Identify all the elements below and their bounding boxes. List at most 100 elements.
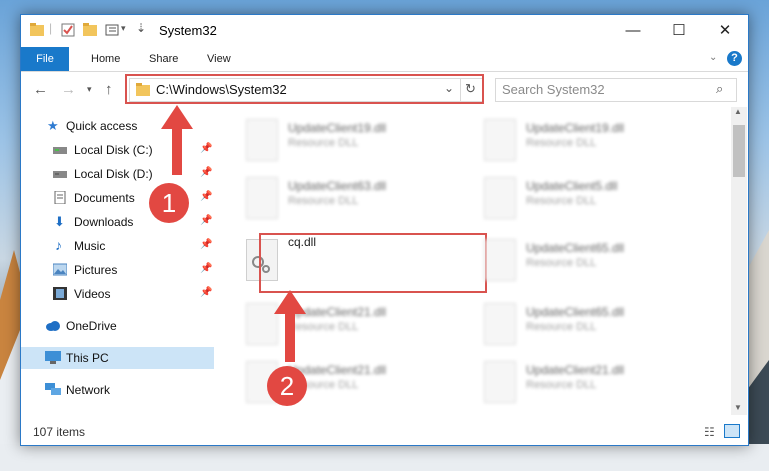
file-item[interactable]: UpdateClient63.dll Resource DLL: [242, 171, 462, 223]
sidebar-item-label: Downloads: [74, 215, 134, 229]
explorer-window: | ▾ ⇣ System32 — ☐ ✕ File Home Share Vie…: [20, 14, 749, 446]
customize-dropdown-icon[interactable]: ▾: [121, 23, 126, 34]
drive-icon: [53, 147, 67, 154]
sidebar-item-label: Documents: [74, 191, 135, 205]
file-name: UpdateClient5.dll: [526, 179, 618, 193]
scroll-thumb[interactable]: [733, 125, 745, 177]
tab-share[interactable]: Share: [149, 47, 178, 71]
tab-file[interactable]: File: [21, 47, 69, 71]
title-bar[interactable]: | ▾ ⇣ System32 — ☐ ✕: [21, 15, 748, 47]
pin-icon[interactable]: 📌: [200, 215, 212, 226]
dll-file-icon: [484, 239, 516, 281]
sidebar-item-label: Pictures: [74, 263, 118, 277]
file-type: Resource DLL: [288, 195, 359, 207]
pin-icon[interactable]: 📌: [200, 167, 212, 178]
sidebar-item-label: This PC: [66, 351, 109, 365]
sidebar-item-label: Local Disk (D:): [74, 167, 153, 181]
file-item[interactable]: UpdateClient19.dll Resource DLL: [480, 113, 700, 165]
sidebar-item-pictures[interactable]: Pictures 📌: [21, 259, 214, 281]
drive-icon: [53, 171, 67, 178]
file-item[interactable]: UpdateClient65.dll Resource DLL: [480, 233, 700, 285]
computer-icon: [45, 351, 61, 364]
dll-file-icon: [246, 177, 278, 219]
minimize-button[interactable]: —: [610, 15, 656, 47]
videos-icon: [53, 287, 67, 300]
file-type: Resource DLL: [526, 257, 597, 269]
pin-icon[interactable]: 📌: [200, 143, 212, 154]
file-item[interactable]: UpdateClient19.dll Resource DLL: [242, 113, 462, 165]
search-box[interactable]: Search System32 ⌕: [495, 78, 737, 102]
maximize-button[interactable]: ☐: [656, 15, 702, 47]
file-name: UpdateClient19.dll: [526, 121, 625, 135]
pin-icon[interactable]: 📌: [200, 287, 212, 298]
sidebar-item-this-pc[interactable]: This PC: [21, 347, 214, 369]
tab-home[interactable]: Home: [91, 47, 120, 71]
network-icon: [45, 383, 61, 395]
file-type: Resource DLL: [526, 137, 597, 149]
file-type: Resource DLL: [526, 379, 597, 391]
pin-icon[interactable]: 📌: [200, 239, 212, 250]
file-name: UpdateClient21.dll: [526, 363, 625, 377]
sidebar-item-label: Local Disk (C:): [74, 143, 153, 157]
sidebar-item-label: Network: [66, 383, 111, 397]
file-name: UpdateClient65.dll: [526, 241, 625, 255]
cloud-icon: [46, 321, 60, 331]
window-title: System32: [159, 23, 217, 38]
file-item[interactable]: UpdateClient65.dll Resource DLL: [480, 297, 700, 349]
sidebar-item-music[interactable]: ♪ Music 📌: [21, 235, 214, 257]
tab-view[interactable]: View: [207, 47, 231, 71]
pin-icon[interactable]: 📌: [200, 191, 212, 202]
sidebar-item-label: OneDrive: [66, 319, 117, 333]
separator: |: [49, 21, 53, 35]
properties-icon[interactable]: [61, 23, 75, 37]
back-arrow-icon[interactable]: ←: [33, 81, 48, 98]
download-icon: ⬇: [54, 214, 65, 229]
dll-file-icon: [484, 303, 516, 345]
step-2-badge: 2: [267, 366, 307, 406]
new-folder-icon[interactable]: [83, 23, 97, 37]
ribbon-tabs: File Home Share View ⌄ ?: [21, 47, 748, 72]
forward-arrow-icon[interactable]: →: [61, 81, 76, 98]
close-button[interactable]: ✕: [702, 15, 748, 47]
sidebar-item-videos[interactable]: Videos 📌: [21, 283, 214, 305]
vertical-scrollbar[interactable]: ▲ ▼: [731, 107, 747, 415]
help-icon[interactable]: ?: [727, 51, 742, 66]
search-placeholder[interactable]: Search System32: [502, 82, 605, 97]
music-icon: ♪: [55, 237, 62, 253]
sidebar-item-onedrive[interactable]: OneDrive: [21, 315, 214, 337]
arrow-up-icon: [274, 290, 306, 362]
pictures-icon: [53, 263, 67, 276]
view-options-icon[interactable]: [105, 23, 119, 37]
search-icon[interactable]: ⌕: [716, 81, 723, 97]
up-arrow-icon[interactable]: ↑: [105, 81, 113, 98]
dll-file-icon: [484, 119, 516, 161]
sidebar-item-label: Quick access: [66, 119, 138, 133]
expand-ribbon-icon[interactable]: ⌄: [709, 52, 717, 63]
file-name: UpdateClient65.dll: [526, 305, 625, 319]
file-type: Resource DLL: [526, 195, 597, 207]
file-item[interactable]: UpdateClient5.dll Resource DLL: [480, 171, 700, 223]
sidebar-item-network[interactable]: Network: [21, 379, 214, 401]
recent-locations-icon[interactable]: ▾: [87, 84, 92, 95]
dll-file-icon: [484, 177, 516, 219]
star-icon: ★: [47, 118, 59, 133]
step-1-badge: 1: [149, 183, 189, 223]
address-highlight: [125, 74, 484, 104]
documents-icon: [54, 191, 66, 204]
dll-file-icon: [246, 119, 278, 161]
dll-file-icon: [484, 361, 516, 403]
file-type: Resource DLL: [526, 321, 597, 333]
large-icons-view-icon[interactable]: [724, 424, 740, 438]
scroll-up-icon[interactable]: ▲: [734, 107, 742, 116]
sidebar-item-label: Music: [74, 239, 106, 253]
sidebar-item-label: Videos: [74, 287, 111, 301]
file-highlight: [259, 233, 487, 293]
quick-access-toolbar-arrow-icon[interactable]: ⇣: [136, 21, 146, 35]
arrow-up-icon: [161, 105, 193, 175]
details-view-icon[interactable]: ☷: [704, 425, 715, 439]
file-item[interactable]: UpdateClient21.dll Resource DLL: [480, 355, 700, 407]
pin-icon[interactable]: 📌: [200, 263, 212, 274]
scroll-down-icon[interactable]: ▼: [734, 403, 742, 412]
item-count: 107 items: [33, 425, 86, 439]
file-name: UpdateClient19.dll: [288, 121, 387, 135]
